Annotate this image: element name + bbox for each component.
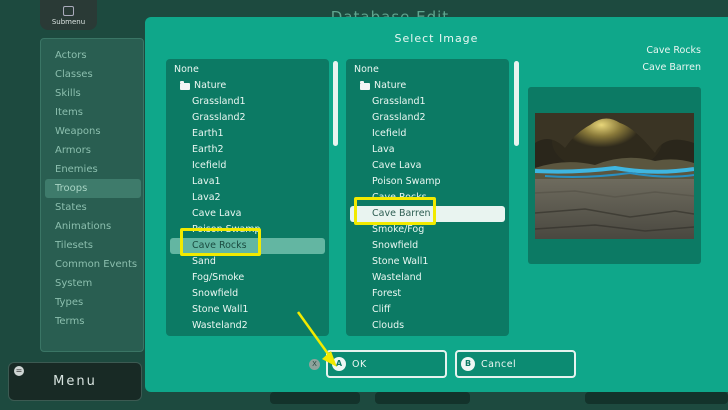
sidebar-item-states[interactable]: States [45,198,141,217]
selected-image-1-name: Cave Rocks [646,45,701,56]
list-item[interactable]: Cliff [350,302,505,318]
list-item[interactable]: Grassland1 [170,94,325,110]
sidebar-item-tilesets[interactable]: Tilesets [45,236,141,255]
sidebar-item-weapons[interactable]: Weapons [45,122,141,141]
cancel-button[interactable]: B Cancel [455,350,576,378]
list-2-scrollbar[interactable] [514,61,519,146]
database-sidebar: Actors Classes Skills Items Weapons Armo… [40,38,144,352]
list-item[interactable]: Stone Wall1 [350,254,505,270]
list-item[interactable]: Forest [350,286,505,302]
sidebar-item-skills[interactable]: Skills [45,84,141,103]
list-item[interactable]: Icefield [170,158,325,174]
cancel-label: Cancel [481,358,517,370]
image-list-2[interactable]: None Nature Grassland1 Grassland2 Icefie… [346,59,509,336]
menu-key-icon: = [14,366,24,376]
list-item[interactable]: Sand [170,254,325,270]
sidebar-item-common-events[interactable]: Common Events [45,255,141,274]
selected-image-2-name: Cave Barren [642,62,701,73]
list-item[interactable]: Cave Lava [350,158,505,174]
list-item[interactable]: Earth2 [170,142,325,158]
list-item-none[interactable]: None [170,62,325,78]
sidebar-item-armors[interactable]: Armors [45,141,141,160]
ok-label: OK [352,358,367,370]
submenu-label: Submenu [51,18,86,26]
dialog-title: Select Image [394,32,479,45]
list-item[interactable]: Wasteland2 [170,318,325,334]
folder-icon [180,80,190,90]
list-item[interactable]: Lava1 [170,174,325,190]
list-item[interactable]: Snowfield [170,286,325,302]
list-item-none[interactable]: None [350,62,505,78]
sidebar-item-troops[interactable]: Troops [45,179,141,198]
folder-label: Nature [194,80,227,91]
close-key-icon[interactable]: X [309,359,320,370]
background-button-strip [270,392,360,404]
list-item[interactable]: Fog/Smoke [170,270,325,286]
b-key-icon: B [461,357,475,371]
list-item[interactable]: Stone Wall1 [170,302,325,318]
select-image-dialog: Select Image None Nature Grassland1 Gras… [145,17,728,392]
menu-label: Menu [53,374,97,389]
folder-item-nature[interactable]: Nature [350,78,505,94]
submenu-icon [63,6,74,16]
a-key-icon: A [332,357,346,371]
menu-button[interactable]: = Menu [8,362,142,401]
list-item[interactable]: Clouds [350,318,505,334]
sidebar-item-animations[interactable]: Animations [45,217,141,236]
list-item[interactable]: Grassland2 [350,110,505,126]
sidebar-item-actors[interactable]: Actors [45,46,141,65]
list-item[interactable]: Grassland2 [170,110,325,126]
list-item[interactable]: Wasteland [350,270,505,286]
image-preview [535,113,694,239]
folder-item-nature[interactable]: Nature [170,78,325,94]
list-item[interactable]: Snowfield [350,238,505,254]
list-item[interactable]: Grassland1 [350,94,505,110]
list-item[interactable]: Cave Rocks [350,190,505,206]
folder-icon [360,80,370,90]
sidebar-item-classes[interactable]: Classes [45,65,141,84]
background-button-strip [375,392,470,404]
list-item[interactable]: Earth1 [170,126,325,142]
sidebar-item-types[interactable]: Types [45,293,141,312]
submenu-button[interactable]: Submenu [40,0,97,30]
sidebar-item-system[interactable]: System [45,274,141,293]
list-item-selected[interactable]: Cave Barren [350,206,505,222]
list-item-selected[interactable]: Cave Rocks [170,238,325,254]
ok-button[interactable]: A OK [326,350,447,378]
sidebar-item-items[interactable]: Items [45,103,141,122]
list-item[interactable]: Lava [350,142,505,158]
list-item[interactable]: Poison Swamp [350,174,505,190]
list-item[interactable]: Poison Swamp [170,222,325,238]
sidebar-item-enemies[interactable]: Enemies [45,160,141,179]
list-item[interactable]: Cave Lava [170,206,325,222]
list-item[interactable]: Smoke/Fog [350,222,505,238]
folder-label: Nature [374,80,407,91]
sidebar-item-terms[interactable]: Terms [45,312,141,331]
list-item[interactable]: Icefield [350,126,505,142]
list-1-scrollbar[interactable] [333,61,338,146]
image-preview-frame [528,87,701,264]
background-button-strip [585,392,728,404]
image-list-1[interactable]: None Nature Grassland1 Grassland2 Earth1… [166,59,329,336]
list-item[interactable]: Lava2 [170,190,325,206]
